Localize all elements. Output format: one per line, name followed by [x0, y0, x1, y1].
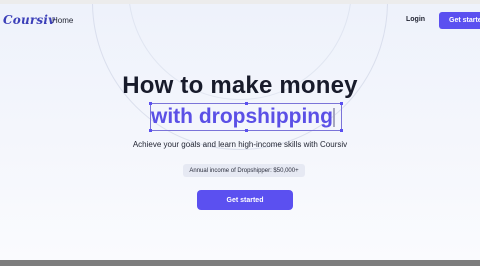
hero-highlight-text: with dropshipping — [151, 105, 333, 128]
hero-headline: How to make money — [122, 72, 358, 99]
selection-handle — [149, 129, 152, 132]
selection-handle — [245, 129, 248, 132]
login-link[interactable]: Login — [406, 16, 425, 23]
landing-page: Coursiv Home Login Get started How to ma… — [0, 4, 480, 260]
hero-subtitle: Achieve your goals and learn high-income… — [132, 140, 348, 149]
income-badge: Annual income of Dropshipper: $50,000+ — [183, 164, 305, 177]
highlight-selection-box: with dropshipping — [149, 102, 343, 132]
hero-get-started-button[interactable]: Get started — [197, 190, 293, 210]
bottom-scrollbar-strip — [0, 260, 480, 266]
selection-handle — [340, 102, 343, 105]
header-get-started-button[interactable]: Get started — [439, 12, 480, 29]
text-cursor — [333, 108, 335, 127]
nav-home-link[interactable]: Home — [52, 16, 73, 25]
brand-logo[interactable]: Coursiv — [3, 13, 55, 27]
selection-handle — [340, 129, 343, 132]
